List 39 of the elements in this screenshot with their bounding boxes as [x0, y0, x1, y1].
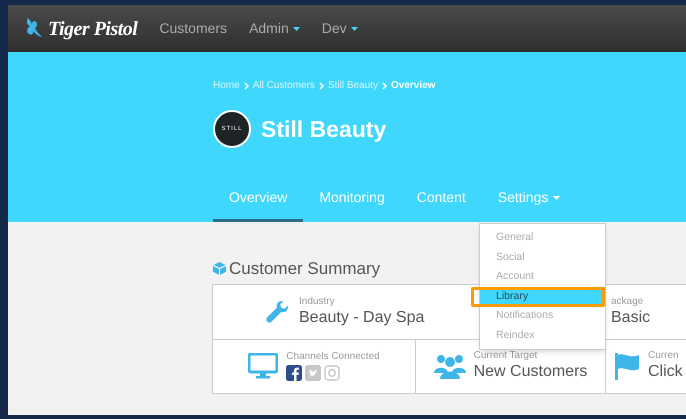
menu-item[interactable]: Reindex: [480, 326, 605, 345]
breadcrumb-link[interactable]: Home: [213, 78, 240, 93]
people-icon: [434, 353, 466, 379]
field-label: Industry: [299, 296, 336, 308]
chevron-icon: [318, 82, 324, 90]
caret-icon: [350, 26, 358, 30]
menu-item[interactable]: Account: [480, 267, 605, 286]
nav-tab[interactable]: Content: [400, 176, 482, 222]
nav-tab[interactable]: Overview: [213, 176, 304, 222]
field-label: Current Target: [474, 350, 538, 362]
flag-icon: [614, 352, 640, 380]
field-value: Click: [648, 362, 683, 382]
nav-link[interactable]: Dev: [322, 18, 358, 39]
menu-item[interactable]: Social: [480, 248, 605, 267]
breadcrumb-current: Overview: [390, 79, 436, 93]
caret-icon: [292, 26, 300, 30]
breadcrumb-link[interactable]: Still Beauty: [328, 78, 378, 93]
field-label: ackage: [611, 296, 644, 308]
menu-item[interactable]: General: [480, 228, 605, 248]
field-value: New Customers: [474, 362, 588, 382]
breadcrumb-link[interactable]: All Customers: [252, 78, 315, 93]
chevron-icon: [244, 82, 249, 90]
field-label: Curren: [648, 350, 680, 362]
nav-tab[interactable]: Settings: [482, 176, 576, 222]
wrench-icon: [265, 298, 291, 324]
chevron-icon: [382, 82, 387, 90]
field-value: Basic: [611, 308, 650, 328]
nav-tab[interactable]: Monitoring: [303, 176, 401, 222]
brand-logo[interactable]: Tiger Pistol: [48, 14, 138, 44]
customer-name: Still Beauty: [261, 114, 386, 144]
section-title: Customer Summary: [229, 258, 380, 280]
cube-icon: [212, 261, 227, 276]
caret-icon: [553, 196, 560, 200]
nav-link[interactable]: Customers: [159, 18, 228, 39]
nav-link[interactable]: Admin: [249, 18, 300, 39]
field-label: Channels Connected: [286, 351, 380, 363]
menu-item[interactable]: Notifications: [480, 306, 605, 326]
monitor-icon: [248, 353, 278, 379]
field-value: Beauty - Day Spa: [299, 308, 424, 328]
